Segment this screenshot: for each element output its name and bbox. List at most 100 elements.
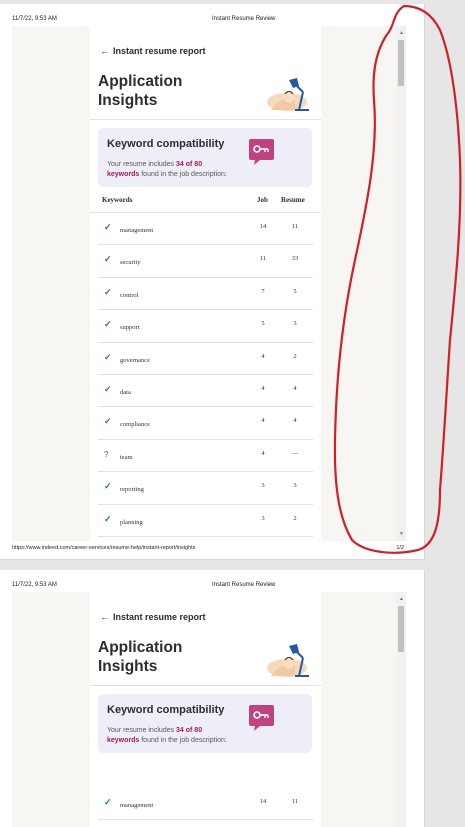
scrollbar[interactable]: ▲ ▼	[396, 26, 406, 541]
back-link[interactable]: ← Instant resume report	[100, 612, 206, 622]
keyword-row: ✓ data 4 4	[90, 375, 321, 408]
job-count: 4	[261, 417, 265, 425]
job-count: 7	[261, 287, 265, 295]
keyword-row: ✓ security 11 33	[90, 245, 321, 279]
print-page-1: 11/7/22, 9:53 AM Instant Resume Review ←…	[0, 4, 425, 560]
scroll-up-icon[interactable]: ▲	[399, 596, 404, 602]
resume-count: 4	[293, 384, 297, 392]
keyword-name: management	[120, 227, 154, 234]
back-link[interactable]: ← Instant resume report	[100, 46, 206, 56]
checkmark-icon: ✓	[104, 286, 112, 297]
checkmark-icon: ✓	[104, 222, 112, 232]
resume-count: 4	[293, 417, 297, 425]
scroll-thumb[interactable]	[398, 40, 404, 86]
keyword-name: team	[120, 453, 133, 461]
back-arrow-icon: ←	[100, 612, 109, 622]
job-count: 3	[261, 482, 265, 490]
resume-count: 11	[291, 798, 299, 805]
resume-count: 3	[293, 482, 297, 490]
page-title: Application Insights	[98, 73, 183, 109]
checkmark-icon: ✓	[104, 319, 112, 330]
keyword-card-title: Keyword compatibility	[107, 138, 225, 150]
keywords-table-body: ✓ management 14 11 ✓security1133	[90, 788, 321, 827]
header-keywords: Keywords	[102, 196, 133, 204]
scroll-down-icon[interactable]: ▼	[399, 531, 404, 537]
resume-count: —	[291, 449, 299, 457]
title-divider	[90, 685, 321, 686]
desk-lamp-illustration-icon	[267, 644, 309, 677]
resume-count: 11	[291, 223, 299, 230]
job-count: 4	[261, 449, 265, 457]
job-count: 14	[259, 798, 267, 805]
title-divider	[90, 119, 321, 120]
job-count: 11	[259, 255, 267, 263]
desc-suffix: found in the job description:	[139, 171, 227, 178]
header-resume: Resume	[281, 196, 305, 204]
print-date: 11/7/22, 9:53 AM	[12, 16, 57, 22]
checkmark-icon: ✓	[104, 416, 112, 427]
job-count: 5	[261, 320, 265, 328]
keyword-name: reporting	[120, 486, 144, 494]
page-title: Application Insights	[98, 639, 183, 675]
keyword-row: ✓ planning 3 2	[90, 505, 321, 538]
keyword-compatibility-card: Keyword compatibility Your resume includ…	[98, 694, 312, 753]
scroll-thumb[interactable]	[398, 606, 404, 652]
print-date: 11/7/22, 9:53 AM	[12, 582, 57, 588]
scroll-up-icon[interactable]: ▲	[399, 30, 404, 36]
desc-suffix: found in the job description:	[139, 737, 227, 744]
keyword-card-description: Your resume includes 34 of 80 keywords fo…	[107, 726, 247, 746]
keyword-name: security	[120, 259, 141, 267]
browser-viewport: ← Instant resume report Application Insig…	[12, 592, 406, 827]
print-page-2: 11/7/22, 9:53 AM Instant Resume Review ←…	[0, 570, 425, 827]
keyword-name: control	[120, 291, 139, 299]
keyword-compatibility-card: Keyword compatibility Your resume includ…	[98, 128, 312, 187]
keyword-name: governance	[120, 356, 150, 364]
keyword-name: compliance	[120, 421, 150, 429]
back-link-label: Instant resume report	[113, 612, 206, 622]
job-count: 4	[261, 352, 265, 360]
report-content: ← Instant resume report Application Insig…	[90, 592, 321, 827]
keyword-row: ? team 4 —	[90, 440, 321, 473]
keyword-name: management	[120, 802, 154, 809]
back-arrow-icon: ←	[100, 46, 109, 56]
checkmark-icon: ✓	[104, 797, 112, 807]
checkmark-icon: ✓	[104, 513, 112, 524]
print-url: https://www.indeed.com/career-services/r…	[12, 545, 196, 551]
keywords-table-body: ✓ management 14 11 ✓ security 11 33 ✓ control 7 5 ✓ s…	[90, 213, 321, 538]
browser-viewport: ← Instant resume report Application Insig…	[12, 26, 406, 541]
desc-prefix: Your resume includes	[107, 161, 177, 168]
keyword-row: ✓ governance 4 2	[90, 343, 321, 376]
keyword-count: 34 of 80	[176, 161, 203, 168]
job-count: 3	[261, 514, 265, 522]
keyword-row: ✓ control 7 5	[90, 278, 321, 311]
keyword-row: ✓ management 14 11	[90, 788, 321, 821]
resume-count: 33	[291, 255, 299, 263]
desc-prefix: Your resume includes	[107, 727, 177, 734]
keywords-word: keywords	[107, 171, 140, 178]
keyword-name: data	[120, 388, 131, 396]
keyword-row: ✓ reporting 3 3	[90, 472, 321, 505]
question-icon: ?	[104, 449, 109, 459]
keyword-row: ✓ compliance 4 4	[90, 407, 321, 441]
desk-lamp-illustration-icon	[267, 78, 309, 111]
keywords-word: keywords	[107, 737, 140, 744]
keyword-row: ✓ management 14 11	[90, 213, 321, 246]
checkmark-icon: ✓	[104, 254, 112, 265]
resume-count: 5	[293, 287, 297, 295]
key-icon	[249, 139, 274, 165]
back-link-label: Instant resume report	[113, 46, 206, 56]
keyword-row: ✓security1133	[90, 820, 321, 827]
header-job: Job	[257, 196, 268, 204]
resume-count: 2	[293, 514, 297, 522]
keyword-card-title: Keyword compatibility	[107, 704, 225, 716]
keyword-row: ✓ support 5 3	[90, 310, 321, 343]
checkmark-icon: ✓	[104, 351, 112, 362]
keyword-name: planning	[120, 518, 143, 526]
scrollbar[interactable]: ▲	[396, 592, 406, 827]
report-content: ← Instant resume report Application Insig…	[90, 26, 321, 541]
resume-count: 3	[293, 320, 297, 328]
key-icon	[249, 705, 274, 731]
print-title: Instant Resume Review	[212, 16, 276, 22]
keyword-card-description: Your resume includes 34 of 80 keywords fo…	[107, 160, 247, 180]
print-page-number: 1/2	[396, 545, 404, 551]
